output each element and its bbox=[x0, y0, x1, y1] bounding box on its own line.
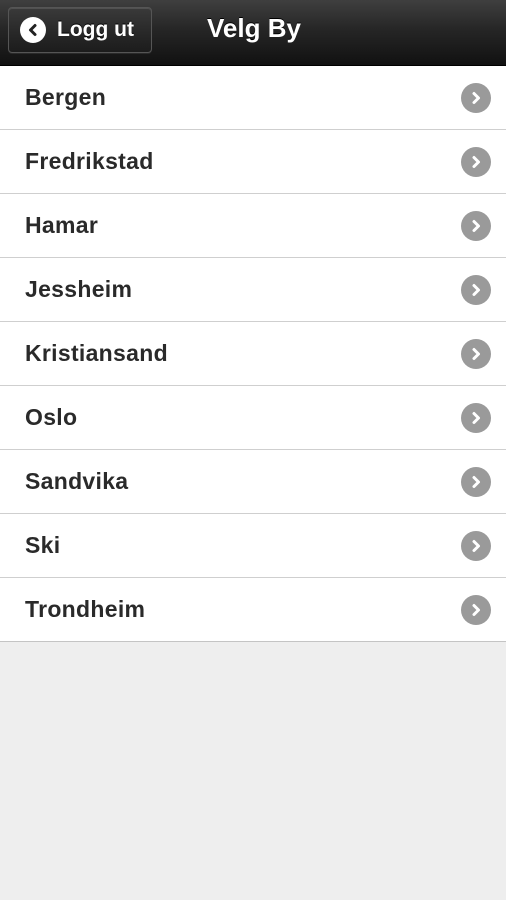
logout-button-label: Logg ut bbox=[57, 18, 134, 41]
chevron-right-icon bbox=[461, 402, 491, 433]
list-item-oslo[interactable]: Oslo bbox=[0, 386, 506, 450]
list-item-label: Ski bbox=[25, 532, 61, 558]
list-item-label: Fredrikstad bbox=[25, 148, 154, 174]
chevron-right-icon bbox=[461, 594, 491, 625]
city-list: Bergen Fredrikstad Hamar Jessheim Kristi… bbox=[0, 66, 506, 642]
chevron-right-icon bbox=[461, 274, 491, 305]
list-item-fredrikstad[interactable]: Fredrikstad bbox=[0, 130, 506, 194]
list-item-label: Oslo bbox=[25, 404, 78, 430]
list-item-label: Trondheim bbox=[25, 596, 146, 622]
chevron-right-icon bbox=[461, 338, 491, 369]
chevron-right-icon bbox=[461, 210, 491, 241]
chevron-left-icon bbox=[20, 17, 46, 43]
list-item-trondheim[interactable]: Trondheim bbox=[0, 578, 506, 642]
list-item-kristiansand[interactable]: Kristiansand bbox=[0, 322, 506, 386]
list-item-label: Kristiansand bbox=[25, 340, 168, 366]
list-item-label: Bergen bbox=[25, 84, 107, 110]
list-item-hamar[interactable]: Hamar bbox=[0, 194, 506, 258]
chevron-right-icon bbox=[461, 146, 491, 177]
list-item-sandvika[interactable]: Sandvika bbox=[0, 450, 506, 514]
list-item-ski[interactable]: Ski bbox=[0, 514, 506, 578]
logout-button[interactable]: Logg ut bbox=[8, 7, 152, 53]
list-item-bergen[interactable]: Bergen bbox=[0, 66, 506, 130]
chevron-right-icon bbox=[461, 530, 491, 561]
page-title: Velg By bbox=[207, 13, 301, 43]
list-item-label: Sandvika bbox=[25, 468, 129, 494]
top-bar: Logg ut Velg By bbox=[0, 0, 506, 66]
list-item-label: Hamar bbox=[25, 212, 99, 238]
list-item-label: Jessheim bbox=[25, 276, 133, 302]
list-item-jessheim[interactable]: Jessheim bbox=[0, 258, 506, 322]
chevron-right-icon bbox=[461, 466, 491, 497]
chevron-right-icon bbox=[461, 82, 491, 113]
